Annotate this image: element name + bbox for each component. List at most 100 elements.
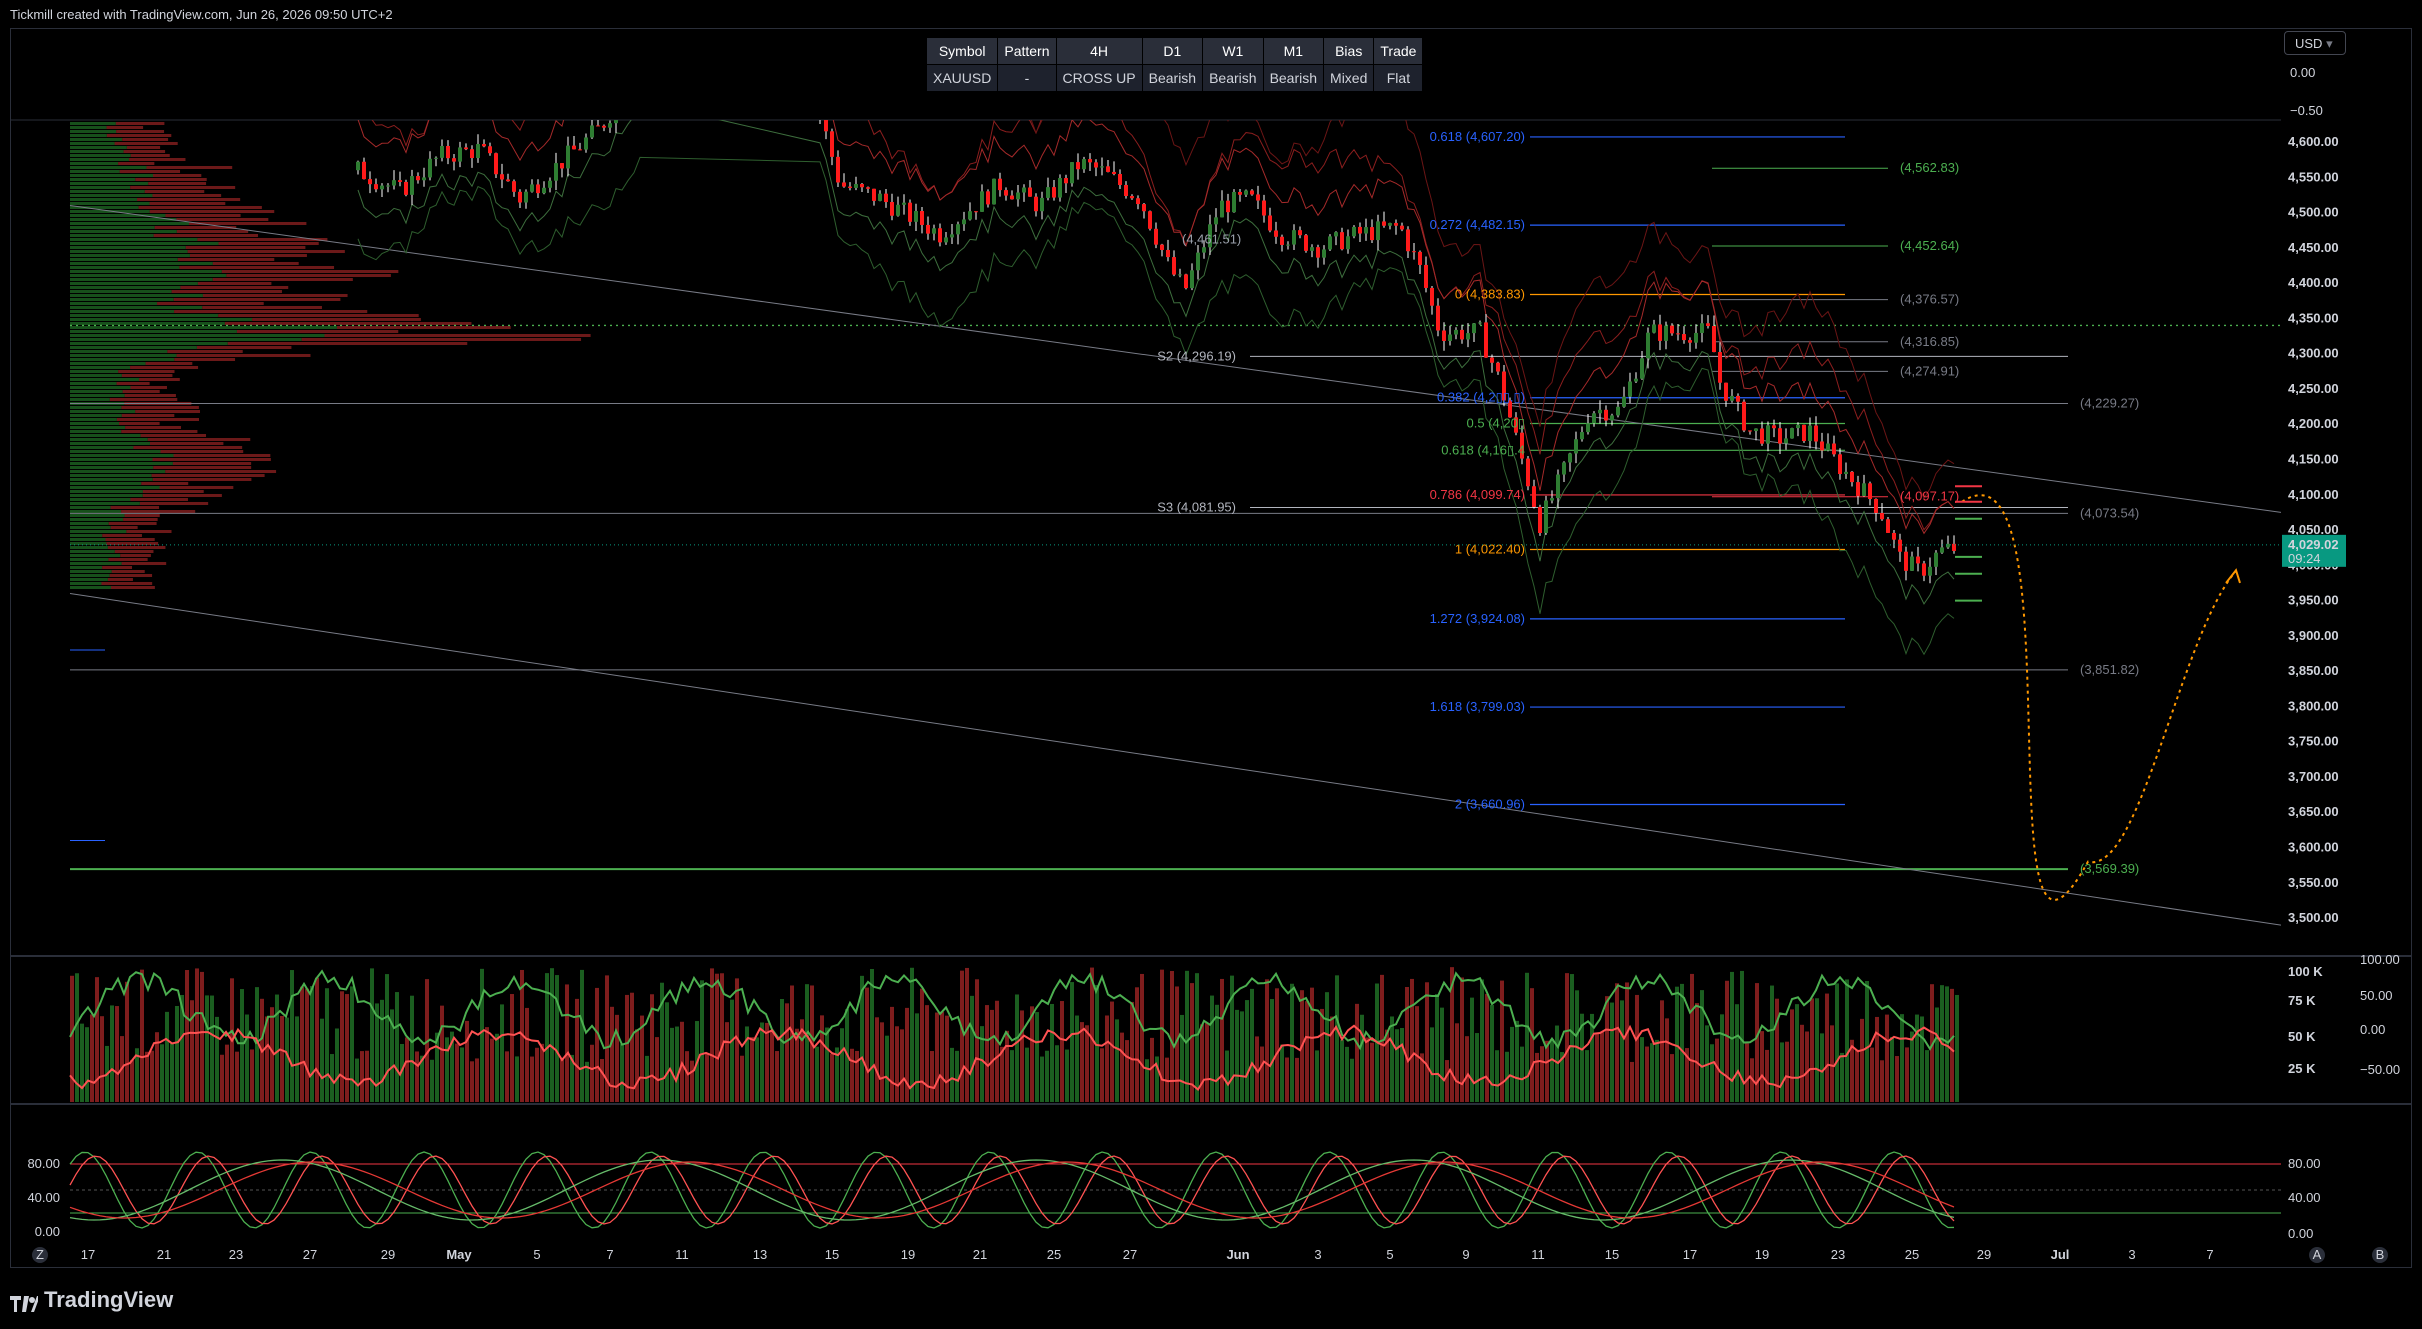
volume-profile-bar <box>252 318 421 321</box>
volume-profile-bar <box>70 254 190 257</box>
candle-body <box>878 193 882 201</box>
volume-bar <box>1570 974 1574 1102</box>
volume-profile-bar <box>196 346 292 349</box>
volume-bar <box>325 988 329 1102</box>
time-tick: May <box>446 1247 472 1262</box>
volume-bar <box>1160 969 1164 1102</box>
volume-bar <box>170 1042 174 1102</box>
volume-bar <box>1830 1025 1834 1102</box>
volume-profile-bar <box>70 462 173 465</box>
volume-profile-bar <box>121 562 167 565</box>
candle-body <box>962 219 966 225</box>
candle-body <box>1220 200 1224 218</box>
volume-bar <box>975 979 979 1102</box>
time-tick: 27 <box>1123 1247 1137 1262</box>
volume-bar <box>750 1037 754 1102</box>
volume-bar <box>1430 1027 1434 1102</box>
volume-bar <box>1600 1032 1604 1102</box>
volume-bar <box>1030 1006 1034 1102</box>
volume-bar <box>560 1059 564 1102</box>
volume-profile-bar <box>70 334 325 337</box>
volume-profile-bar <box>122 390 160 393</box>
price-tick: 3,550.00 <box>2288 875 2339 890</box>
candle-body <box>512 181 516 192</box>
volume-bar <box>1880 1060 1884 1102</box>
volume-profile-bar <box>70 558 109 561</box>
volume-bar <box>1645 1046 1649 1102</box>
volume-bar <box>1220 978 1224 1102</box>
candle-body <box>1622 396 1626 407</box>
candle-body <box>1082 159 1086 170</box>
volume-profile-bar <box>70 286 181 289</box>
volume-profile-bar <box>114 142 178 145</box>
candle-body <box>1130 195 1134 199</box>
candle-body <box>1562 462 1566 475</box>
candle-body <box>1088 159 1092 163</box>
volume-bar <box>1550 1038 1554 1102</box>
volume-bar <box>1835 983 1839 1102</box>
candle-body <box>392 180 396 186</box>
volume-bar <box>305 988 309 1102</box>
volume-profile-bar <box>171 290 282 293</box>
volume-bar <box>1445 1060 1449 1102</box>
volume-profile-bar <box>122 138 169 141</box>
volume-bar <box>340 991 344 1102</box>
volume-bar <box>940 1011 944 1102</box>
volume-bar <box>225 1044 229 1102</box>
candle-body <box>554 163 558 181</box>
volume-profile-bar <box>145 362 193 365</box>
volume-profile-bar <box>70 278 213 281</box>
volume-bar <box>670 1027 674 1102</box>
volume-profile-bar <box>125 426 182 429</box>
candle-body <box>1586 423 1590 433</box>
volume-bar <box>215 1016 219 1102</box>
volume-profile-bar <box>70 354 177 357</box>
volume-profile-bar <box>197 282 272 285</box>
volume-profile-bar <box>124 394 176 397</box>
volume-profile-bar <box>70 466 154 469</box>
volume-bar <box>365 1050 369 1102</box>
volume-profile-bar <box>124 514 160 517</box>
volume-bar <box>1390 1016 1394 1102</box>
volume-bar <box>465 1020 469 1102</box>
volume-bar <box>895 1026 899 1102</box>
volume-bar <box>80 1023 84 1102</box>
candle-body <box>1226 200 1230 213</box>
candle-body <box>1364 227 1368 234</box>
status-header-7: Trade <box>1373 37 1424 65</box>
volume-profile-bar <box>70 490 143 493</box>
time-tick: 17 <box>1683 1247 1697 1262</box>
status-value-3: Bearish <box>1141 64 1204 92</box>
volume-bar <box>315 977 319 1102</box>
candle-body <box>1100 166 1104 168</box>
candle-body <box>548 180 552 188</box>
time-tick: 23 <box>229 1247 243 1262</box>
volume-osc-axis-label: −50.00 <box>2360 1062 2400 1077</box>
volume-bar <box>710 968 714 1102</box>
volume-profile-bar <box>70 430 122 433</box>
volume-bar <box>1050 1003 1054 1102</box>
level-label: (4,562.83) <box>1900 160 1959 175</box>
candle-body <box>1904 551 1908 571</box>
volume-bar <box>1640 1037 1644 1102</box>
price-chart[interactable]: 0.618 (4,607.20) 0.272 (4,482.15) 0 (4,383… <box>0 0 2422 1329</box>
status-value-0: XAUUSD <box>925 64 999 92</box>
volume-bar <box>490 1038 494 1102</box>
time-tick: 23 <box>1831 1247 1845 1262</box>
level-label: (4,073.54) <box>2080 505 2139 520</box>
volume-bar <box>1725 980 1729 1102</box>
volume-profile-bar <box>142 494 222 497</box>
volume-profile-bar <box>70 522 109 525</box>
time-tick: Jun <box>1226 1247 1249 1262</box>
volume-bar <box>185 970 189 1102</box>
volume-bar <box>1485 993 1489 1102</box>
envelope-inner <box>357 120 1955 535</box>
time-tick: 17 <box>81 1247 95 1262</box>
price-tick: 4,250.00 <box>2288 381 2339 396</box>
volume-bar <box>1910 1031 1914 1102</box>
tradingview-logo[interactable]: TradingView <box>10 1287 173 1313</box>
volume-bar <box>355 1058 359 1102</box>
volume-bar <box>1325 992 1329 1102</box>
currency-selector[interactable]: USD ▾ <box>2284 31 2346 55</box>
volume-profile-bar <box>70 582 102 585</box>
